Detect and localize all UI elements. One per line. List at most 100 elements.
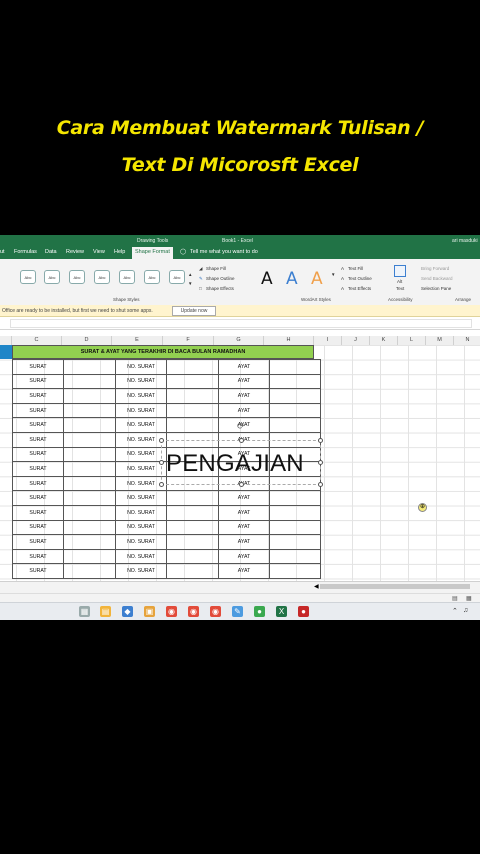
table-cell[interactable]: SURAT bbox=[12, 431, 64, 448]
table-cell[interactable]: SURAT bbox=[12, 490, 64, 506]
table-cell[interactable] bbox=[269, 373, 321, 390]
update-now-button[interactable]: Update now bbox=[172, 306, 216, 316]
tab-review[interactable]: Review bbox=[66, 249, 84, 255]
table-cell[interactable] bbox=[166, 548, 219, 565]
table-cell[interactable]: SURAT bbox=[12, 548, 64, 565]
table-cell[interactable]: NO. SURAT bbox=[115, 417, 167, 433]
shape-style-3[interactable]: Abc bbox=[69, 270, 85, 284]
table-cell[interactable]: NO. SURAT bbox=[115, 563, 167, 579]
resize-handle[interactable] bbox=[159, 482, 164, 487]
table-cell[interactable]: SURAT bbox=[12, 373, 64, 390]
table-cell[interactable] bbox=[166, 519, 219, 536]
table-cell[interactable] bbox=[269, 490, 321, 506]
app-icon[interactable]: ◆ bbox=[122, 606, 133, 617]
table-cell[interactable] bbox=[63, 431, 116, 448]
text-outline-button[interactable]: Text Outline bbox=[348, 276, 372, 281]
table-cell[interactable] bbox=[63, 417, 116, 433]
wordart-more-icon[interactable]: ▼ bbox=[331, 272, 335, 277]
table-cell[interactable] bbox=[269, 359, 321, 375]
table-cell[interactable] bbox=[269, 402, 321, 419]
resize-handle[interactable] bbox=[159, 438, 164, 443]
table-cell[interactable]: NO. SURAT bbox=[115, 359, 167, 375]
column-header[interactable]: I bbox=[314, 336, 342, 345]
table-cell[interactable] bbox=[269, 534, 321, 550]
styles-more-icon[interactable]: ▼ bbox=[188, 281, 192, 286]
table-cell[interactable]: SURAT bbox=[12, 402, 64, 419]
table-cell[interactable]: AYAT bbox=[218, 548, 270, 565]
alt-text-label-2[interactable]: Text bbox=[396, 286, 404, 291]
formula-input[interactable] bbox=[10, 319, 472, 328]
table-cell[interactable] bbox=[166, 563, 219, 579]
tray-chevron-icon[interactable]: ⌃ bbox=[452, 607, 458, 615]
page-break-icon[interactable]: ▦ bbox=[466, 595, 472, 602]
table-cell[interactable]: AYAT bbox=[218, 490, 270, 506]
table-cell[interactable]: NO. SURAT bbox=[115, 446, 167, 463]
table-cell[interactable]: SURAT bbox=[12, 504, 64, 521]
bring-forward-button[interactable]: Bring Forward bbox=[421, 266, 449, 271]
table-cell[interactable] bbox=[166, 402, 219, 419]
table-cell[interactable]: SURAT bbox=[12, 388, 64, 404]
task-view-icon[interactable]: ▦ bbox=[79, 606, 90, 617]
text-fill-button[interactable]: Text Fill bbox=[348, 266, 363, 271]
table-cell[interactable] bbox=[63, 461, 116, 477]
table-cell[interactable]: AYAT bbox=[218, 388, 270, 404]
tab-insert[interactable]: ut bbox=[0, 249, 5, 255]
table-cell[interactable]: SURAT bbox=[12, 563, 64, 579]
tab-view[interactable]: View bbox=[93, 249, 105, 255]
send-backward-button[interactable]: Send Backward bbox=[421, 276, 453, 281]
table-cell[interactable] bbox=[63, 359, 116, 375]
table-cell[interactable]: AYAT bbox=[218, 519, 270, 536]
chrome-icon[interactable]: ◉ bbox=[210, 606, 221, 617]
column-header[interactable]: K bbox=[370, 336, 398, 345]
rotate-handle-icon[interactable]: ⟳ bbox=[237, 421, 245, 432]
column-header[interactable]: M bbox=[426, 336, 454, 345]
table-cell[interactable] bbox=[166, 417, 219, 433]
table-cell[interactable] bbox=[166, 373, 219, 390]
styles-scroll-icon[interactable]: ▲ bbox=[188, 272, 192, 277]
text-effects-button[interactable]: Text Effects bbox=[348, 286, 371, 291]
table-cell[interactable] bbox=[63, 402, 116, 419]
table-cell[interactable]: NO. SURAT bbox=[115, 519, 167, 536]
table-cell[interactable]: AYAT bbox=[218, 359, 270, 375]
table-cell[interactable] bbox=[269, 504, 321, 521]
column-header[interactable]: G bbox=[214, 336, 264, 345]
table-cell[interactable]: SURAT bbox=[12, 475, 64, 492]
table-cell[interactable] bbox=[166, 388, 219, 404]
table-cell[interactable]: AYAT bbox=[218, 504, 270, 521]
table-cell[interactable]: SURAT bbox=[12, 534, 64, 550]
shape-style-7[interactable]: Abc bbox=[169, 270, 185, 284]
shape-outline-button[interactable]: Shape Outline bbox=[206, 276, 235, 281]
column-header[interactable]: N bbox=[454, 336, 480, 345]
resize-handle[interactable] bbox=[318, 482, 323, 487]
table-cell[interactable]: NO. SURAT bbox=[115, 548, 167, 565]
chrome-icon[interactable]: ◉ bbox=[188, 606, 199, 617]
table-cell[interactable] bbox=[63, 446, 116, 463]
folder-icon[interactable]: ▣ bbox=[144, 606, 155, 617]
record-icon[interactable]: ● bbox=[298, 606, 309, 617]
file-explorer-icon[interactable]: ▤ bbox=[100, 606, 111, 617]
column-header[interactable]: C bbox=[12, 336, 62, 345]
table-cell[interactable] bbox=[63, 490, 116, 506]
table-cell[interactable] bbox=[63, 534, 116, 550]
volume-icon[interactable]: ♫ bbox=[463, 607, 468, 614]
shape-style-1[interactable]: Abc bbox=[20, 270, 36, 284]
column-header[interactable]: E bbox=[112, 336, 163, 345]
wordart-style-orange[interactable]: A bbox=[311, 269, 323, 289]
table-cell[interactable] bbox=[63, 563, 116, 579]
wordart-style-blue[interactable]: A bbox=[286, 269, 298, 289]
table-cell[interactable]: SURAT bbox=[12, 461, 64, 477]
selection-pane-button[interactable]: Selection Pane bbox=[421, 286, 451, 291]
shape-style-5[interactable]: Abc bbox=[119, 270, 135, 284]
column-header[interactable]: H bbox=[264, 336, 314, 345]
resize-handle[interactable] bbox=[239, 438, 244, 443]
table-cell[interactable] bbox=[166, 359, 219, 375]
table-cell[interactable] bbox=[269, 417, 321, 433]
table-cell[interactable] bbox=[269, 519, 321, 536]
table-cell[interactable]: SURAT bbox=[12, 446, 64, 463]
table-cell[interactable] bbox=[63, 519, 116, 536]
resize-handle[interactable] bbox=[239, 482, 244, 487]
watermark-textbox[interactable]: ⟳ PENGAJIAN bbox=[159, 421, 323, 487]
tab-help[interactable]: Help bbox=[114, 249, 125, 255]
table-cell[interactable] bbox=[63, 504, 116, 521]
table-cell[interactable] bbox=[166, 534, 219, 550]
